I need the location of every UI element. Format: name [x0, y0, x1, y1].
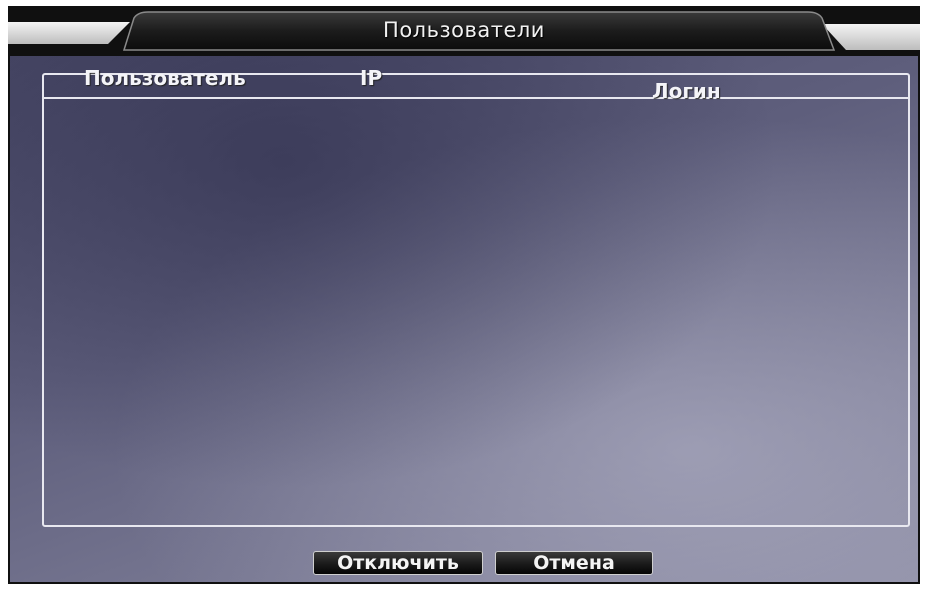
title-bar: Пользователи — [8, 6, 920, 62]
disconnect-button[interactable]: Отключить — [313, 551, 483, 575]
content-panel: Пользователь IP Логин Отключить Отмена — [10, 56, 918, 582]
table-header: Пользователь IP Логин — [44, 66, 908, 103]
cancel-button[interactable]: Отмена — [495, 551, 653, 575]
table-body[interactable] — [44, 99, 908, 527]
dialog-title: Пользователи — [383, 18, 545, 42]
column-header-ip: IP — [360, 66, 383, 90]
column-header-user: Пользователь — [84, 66, 246, 90]
users-dialog: Пользователи Пользователь IP Логин Отклю… — [8, 6, 920, 584]
users-table: Пользователь IP Логин — [42, 66, 910, 527]
